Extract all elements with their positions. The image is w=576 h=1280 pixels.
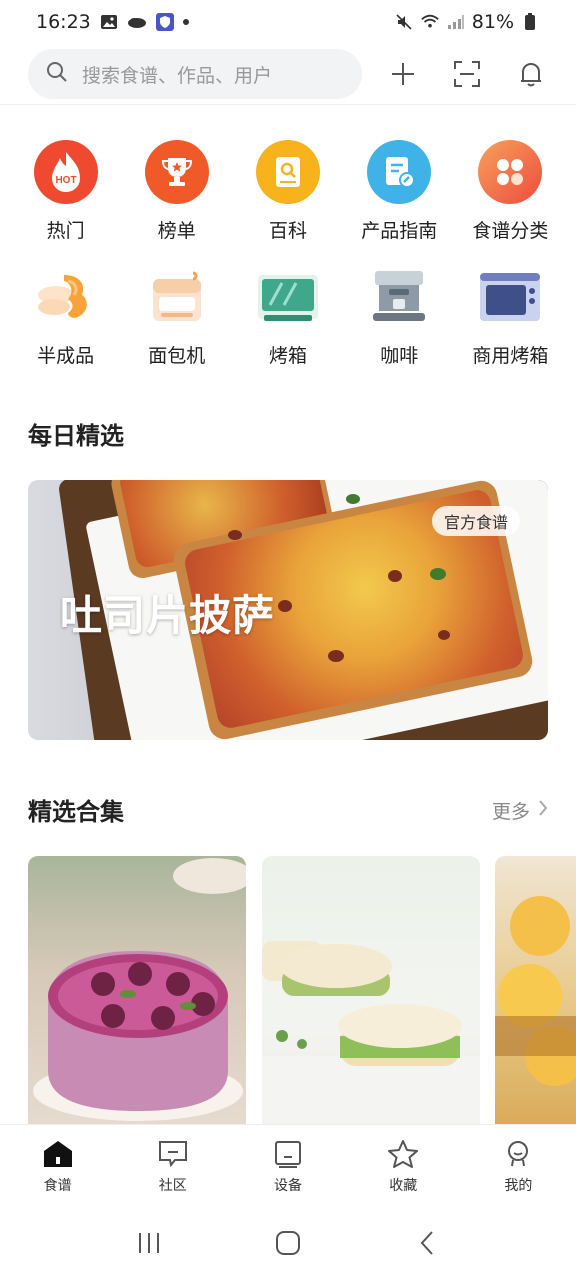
gallery-icon <box>99 13 119 31</box>
app-header: 搜索食谱、作品、用户 <box>0 44 576 104</box>
community-icon <box>156 1137 190 1171</box>
scan-button[interactable] <box>450 57 484 91</box>
category-label: 面包机 <box>148 345 206 367</box>
recent-apps-button[interactable] <box>129 1223 169 1263</box>
category-label: 榜单 <box>157 220 196 242</box>
collection-carousel[interactable] <box>28 856 576 1126</box>
daily-recipe-banner[interactable]: 吐司片披萨 官方食谱 <box>28 480 548 740</box>
recipe-category-icon <box>478 140 543 204</box>
tab-profile[interactable]: 我的 <box>461 1125 576 1206</box>
trophy-icon <box>144 140 209 204</box>
category-label: 咖啡 <box>380 345 419 367</box>
banner-title: 吐司片披萨 <box>60 591 276 640</box>
category-recipe-category[interactable]: 食谱分类 <box>455 140 566 243</box>
status-time: 16:23 <box>36 11 91 33</box>
category-oven[interactable]: 烤箱 <box>232 265 343 368</box>
battery-icon <box>520 13 540 31</box>
product-guide-icon <box>367 140 432 204</box>
cake-image <box>33 858 246 1121</box>
collection-card[interactable] <box>28 856 246 1126</box>
muffin-image <box>495 896 576 1086</box>
semi-finished-icon <box>34 265 98 329</box>
category-commercial-oven[interactable]: 商用烤箱 <box>455 265 566 368</box>
more-label: 更多 <box>491 801 530 823</box>
tab-favorites[interactable]: 收藏 <box>346 1125 461 1206</box>
mute-icon <box>394 13 414 31</box>
tab-label: 设备 <box>274 1177 302 1194</box>
collection-card[interactable] <box>262 856 480 1126</box>
cloud-icon <box>127 13 147 31</box>
category-label: 百科 <box>268 220 307 242</box>
wifi-icon <box>420 13 440 31</box>
collection-card[interactable] <box>495 856 576 1126</box>
tab-label: 收藏 <box>389 1177 418 1194</box>
home-icon <box>41 1137 75 1171</box>
tab-label: 食谱 <box>43 1177 72 1194</box>
encyclopedia-icon <box>255 140 320 204</box>
category-grid: HOT 热门 榜单 百科 产品指南 食谱分类 半成品 面包机 烤箱 咖啡 商用烤… <box>10 140 566 368</box>
more-link[interactable]: 更多 <box>492 797 548 824</box>
oven-icon <box>256 265 320 329</box>
category-hot[interactable]: HOT 热门 <box>10 140 121 243</box>
category-label: 热门 <box>46 220 85 242</box>
tab-label: 社区 <box>158 1177 187 1194</box>
battery-percent: 81% <box>471 11 514 33</box>
system-navigation-bar <box>0 1206 576 1280</box>
category-label: 半成品 <box>37 345 95 367</box>
daily-section-title: 每日精选 <box>28 422 124 450</box>
search-input[interactable]: 搜索食谱、作品、用户 <box>28 49 362 99</box>
hot-icon: HOT <box>33 140 98 204</box>
bread-machine-icon <box>145 265 209 329</box>
bottom-tab-bar: 食谱 社区 设备 收藏 我的 <box>0 1124 576 1206</box>
mousse-cake-image <box>262 941 480 1126</box>
tab-label: 我的 <box>504 1177 533 1194</box>
category-label: 商用烤箱 <box>472 345 549 367</box>
tab-community[interactable]: 社区 <box>115 1125 230 1206</box>
header-divider <box>0 104 576 105</box>
category-semi-finished[interactable]: 半成品 <box>10 265 121 368</box>
category-coffee[interactable]: 咖啡 <box>344 265 455 368</box>
category-ranking[interactable]: 榜单 <box>121 140 232 243</box>
search-placeholder: 搜索食谱、作品、用户 <box>82 64 273 87</box>
category-label: 烤箱 <box>268 345 307 367</box>
commercial-oven-icon <box>478 265 542 329</box>
official-recipe-badge: 官方食谱 <box>431 506 520 536</box>
tab-recipes[interactable]: 食谱 <box>0 1125 115 1206</box>
coffee-machine-icon <box>367 265 431 329</box>
star-icon <box>386 1137 420 1171</box>
device-icon <box>271 1137 305 1171</box>
category-label: 食谱分类 <box>472 220 549 242</box>
back-button[interactable] <box>407 1223 447 1263</box>
notification-dot-icon <box>182 19 189 25</box>
signal-icon <box>446 13 466 31</box>
category-product-guide[interactable]: 产品指南 <box>344 140 455 243</box>
search-icon <box>46 61 68 87</box>
add-button[interactable] <box>386 57 420 91</box>
hot-badge-text: HOT <box>55 175 76 186</box>
profile-icon <box>501 1137 535 1171</box>
collections-section-title: 精选合集 <box>28 798 124 826</box>
tab-devices[interactable]: 设备 <box>230 1125 345 1206</box>
category-encyclopedia[interactable]: 百科 <box>232 140 343 243</box>
status-bar: 16:23 81% <box>0 0 576 44</box>
category-bread-machine[interactable]: 面包机 <box>121 265 232 368</box>
category-label: 产品指南 <box>361 220 438 242</box>
shield-icon <box>155 13 175 31</box>
chevron-right-icon <box>538 799 548 822</box>
notification-bell-button[interactable] <box>514 57 548 91</box>
home-button[interactable] <box>268 1223 308 1263</box>
